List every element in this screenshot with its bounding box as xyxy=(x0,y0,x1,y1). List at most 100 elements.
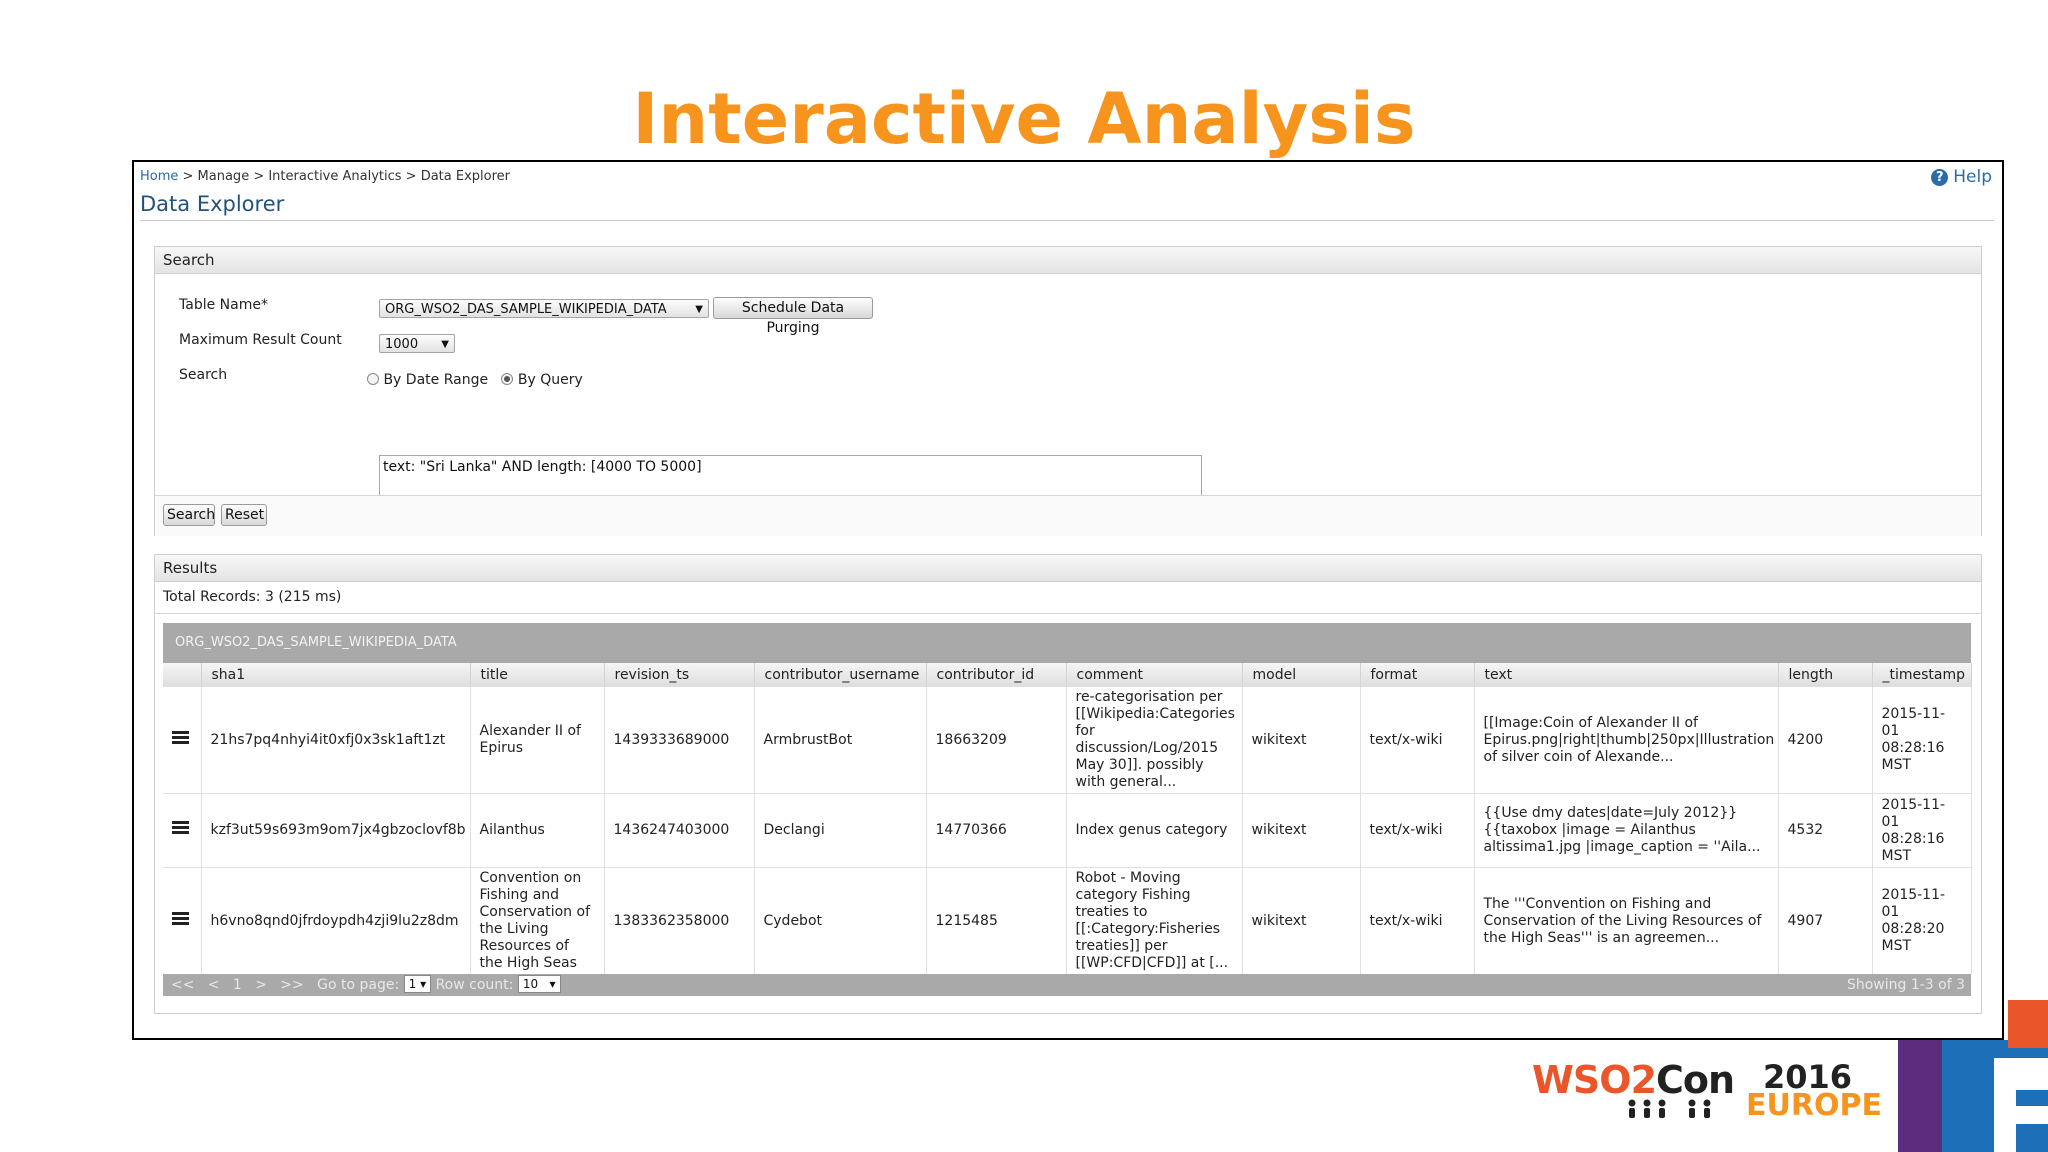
search-buttons-bar: Search Reset xyxy=(155,495,1981,536)
cell-sha1: 21hs7pq4nhyi4it0xfj0x3sk1aft1zt xyxy=(201,686,471,794)
help-label: Help xyxy=(1953,167,1992,187)
search-panel-title: Search xyxy=(155,247,1981,274)
column-header-timestamp[interactable]: _timestamp xyxy=(1872,663,1972,687)
page-title: Data Explorer xyxy=(140,192,285,216)
cell-text: [[Image:Coin of Alexander II of Epirus.p… xyxy=(1474,686,1779,794)
column-header-contributor-id[interactable]: contributor_id xyxy=(926,663,1067,687)
results-divider xyxy=(155,613,1981,614)
cell-sha1: kzf3ut59s693m9om7jx4gbzoclovf8b xyxy=(201,793,471,868)
decorative-notch xyxy=(2016,1106,2048,1124)
cell-comment: Index genus category xyxy=(1066,793,1243,868)
cell-model: wikitext xyxy=(1242,686,1361,794)
column-header-actions xyxy=(163,663,202,687)
schedule-data-purging-button[interactable]: Schedule Data Purging xyxy=(713,297,873,336)
pager-page-number[interactable]: 1 xyxy=(233,977,242,993)
row-count-label: Row count: xyxy=(435,977,514,993)
goto-page-select[interactable]: 1 ▾ xyxy=(403,975,432,993)
pager-showing-text: Showing 1-3 of 3 xyxy=(1846,977,1965,993)
search-mode-radio-group: By Date Range By Query xyxy=(367,372,583,388)
logo-con-text: Con xyxy=(1656,1058,1735,1102)
pager-next-button[interactable]: > xyxy=(255,977,267,993)
row-details-cell[interactable] xyxy=(163,867,202,974)
reset-button[interactable]: Reset xyxy=(221,504,267,526)
max-result-count-label: Maximum Result Count xyxy=(179,332,342,348)
table-row: kzf3ut59s693m9om7jx4gbzoclovf8b Ailanthu… xyxy=(163,793,1972,868)
radio-by-date-range[interactable] xyxy=(367,373,379,385)
pager-last-button[interactable]: >> xyxy=(280,977,303,993)
column-header-sha1[interactable]: sha1 xyxy=(201,663,471,687)
cell-text: {{Use dmy dates|date=July 2012}} {{taxob… xyxy=(1474,793,1779,868)
column-header-revision-ts[interactable]: revision_ts xyxy=(604,663,755,687)
cell-title: Ailanthus xyxy=(470,793,605,868)
column-header-title[interactable]: title xyxy=(470,663,605,687)
cell-text: The '''Convention on Fishing and Conserv… xyxy=(1474,867,1779,974)
cell-revision-ts: 1439333689000 xyxy=(604,686,755,794)
list-icon[interactable] xyxy=(172,911,189,926)
max-result-count-value: 1000 xyxy=(385,337,419,352)
screenshot-frame: Home > Manage > Interactive Analytics > … xyxy=(132,160,2004,1040)
search-button[interactable]: Search xyxy=(163,504,215,526)
table-header-row: sha1 title revision_ts contributor_usern… xyxy=(163,663,1972,687)
search-mode-label: Search xyxy=(179,367,228,383)
logo-people-icon xyxy=(1628,1099,1711,1118)
column-header-contributor-username[interactable]: contributor_username xyxy=(754,663,927,687)
list-icon[interactable] xyxy=(172,821,189,835)
radio-by-query[interactable] xyxy=(501,373,514,385)
goto-page-label: Go to page: xyxy=(317,977,400,993)
cell-model: wikitext xyxy=(1242,867,1361,974)
row-count-value: 10 xyxy=(522,977,539,991)
cell-title: Alexander II of Epirus xyxy=(470,686,605,794)
goto-page-value: 1 xyxy=(408,977,417,991)
cell-model: wikitext xyxy=(1242,793,1361,868)
column-header-model[interactable]: model xyxy=(1242,663,1361,687)
logo-wso2-text: WSO2 xyxy=(1532,1058,1657,1102)
cell-contributor-id: 18663209 xyxy=(926,686,1067,794)
column-header-comment[interactable]: comment xyxy=(1066,663,1243,687)
cell-format: text/x-wiki xyxy=(1360,686,1475,794)
cell-length: 4200 xyxy=(1778,686,1873,794)
cell-revision-ts: 1436247403000 xyxy=(604,793,755,868)
cell-contributor-username: Declangi xyxy=(754,793,927,868)
row-details-cell[interactable] xyxy=(163,686,202,794)
help-icon: ? xyxy=(1931,168,1949,186)
total-records: Total Records: 3 (215 ms) xyxy=(163,589,342,605)
column-header-text[interactable]: text xyxy=(1474,663,1779,687)
cell-comment: re-categorisation per [[Wikipedia:Catego… xyxy=(1066,686,1243,794)
wso2con-logo: WSO2Con xyxy=(1532,1058,1735,1102)
results-table: sha1 title revision_ts contributor_usern… xyxy=(163,663,1972,974)
chevron-down-icon: ▼ xyxy=(695,304,703,315)
help-link[interactable]: ? Help xyxy=(1931,167,1992,187)
column-header-length[interactable]: length xyxy=(1778,663,1873,687)
row-count-select[interactable]: 10 ▾ xyxy=(517,975,561,993)
cell-sha1: h6vno8qnd0jfrdoypdh4zji9lu2z8dm xyxy=(201,867,471,974)
cell-format: text/x-wiki xyxy=(1360,793,1475,868)
table-pager: << < 1 > >> Go to page: 1 ▾ Row count: 1… xyxy=(163,974,1971,996)
breadcrumb-home-link[interactable]: Home xyxy=(140,169,178,184)
table-name-select[interactable]: ORG_WSO2_DAS_SAMPLE_WIKIPEDIA_DATA ▼ xyxy=(379,299,709,318)
table-row: h6vno8qnd0jfrdoypdh4zji9lu2z8dm Conventi… xyxy=(163,867,1972,974)
list-icon[interactable] xyxy=(172,730,189,745)
chevron-down-icon: ▼ xyxy=(441,339,449,350)
max-result-count-select[interactable]: 1000 ▼ xyxy=(379,334,455,353)
pager-prev-button[interactable]: < xyxy=(208,977,220,993)
row-details-cell[interactable] xyxy=(163,793,202,868)
cell-contributor-username: Cydebot xyxy=(754,867,927,974)
table-name-value: ORG_WSO2_DAS_SAMPLE_WIKIPEDIA_DATA xyxy=(385,302,667,317)
decorative-block-purple xyxy=(1898,1040,1942,1152)
radio-by-query-label: By Query xyxy=(517,372,583,388)
table-row: 21hs7pq4nhyi4it0xfj0x3sk1aft1zt Alexande… xyxy=(163,686,1972,794)
cell-timestamp: 2015-11-01 08:28:16 MST xyxy=(1872,793,1972,868)
breadcrumb-path: > Manage > Interactive Analytics > Data … xyxy=(178,169,510,184)
pager-first-button[interactable]: << xyxy=(171,977,194,993)
cell-timestamp: 2015-11-01 08:28:20 MST xyxy=(1872,867,1972,974)
results-panel-title: Results xyxy=(155,555,1981,582)
title-divider xyxy=(140,220,1994,221)
cell-contributor-id: 14770366 xyxy=(926,793,1067,868)
column-header-format[interactable]: format xyxy=(1360,663,1475,687)
results-panel: Results Total Records: 3 (215 ms) ORG_WS… xyxy=(154,554,1982,1014)
radio-by-date-range-label: By Date Range xyxy=(383,372,489,388)
cell-revision-ts: 1383362358000 xyxy=(604,867,755,974)
cell-timestamp: 2015-11-01 08:28:16 MST xyxy=(1872,686,1972,794)
logo-region: EUROPE xyxy=(1746,1088,1882,1123)
cell-length: 4532 xyxy=(1778,793,1873,868)
